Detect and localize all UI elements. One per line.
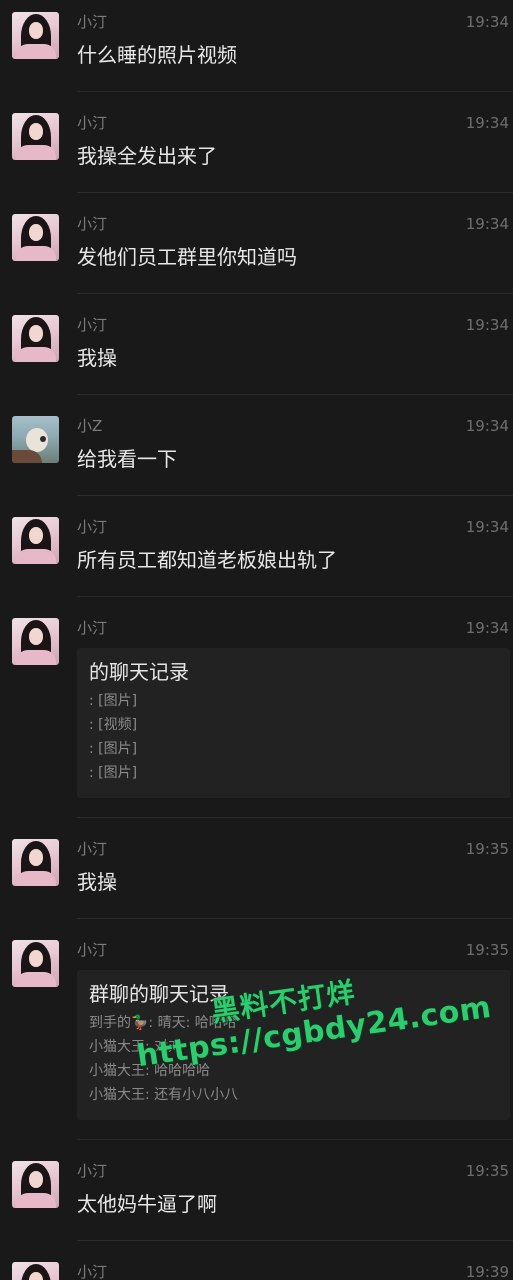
chat-message[interactable]: 小汀 19:34 的聊天记录 : [图片] : [视频] : [图片] : [图…: [0, 606, 513, 818]
message-time: 19:35: [465, 1162, 509, 1180]
divider: [77, 91, 513, 92]
card-line: : [视频]: [89, 717, 138, 733]
message-time: 19:35: [465, 941, 509, 959]
girl-avatar[interactable]: [12, 839, 59, 886]
sender-name: 小Z: [77, 417, 103, 435]
message-time: 19:34: [465, 114, 509, 132]
divider: [77, 293, 513, 294]
message-text[interactable]: 什么睡的照片视频: [77, 41, 237, 69]
girl-avatar[interactable]: [12, 517, 59, 564]
divider: [77, 918, 513, 919]
chat-message[interactable]: 小汀 19:34 我操全发出来了: [0, 101, 513, 193]
chat-message[interactable]: 小汀 19:39: [0, 1250, 513, 1280]
sender-name: 小汀: [77, 619, 108, 637]
sender-name: 小汀: [77, 114, 108, 132]
message-time: 19:34: [465, 619, 509, 637]
chat-message[interactable]: 小汀 19:34 所有员工都知道老板娘出轨了: [0, 505, 513, 597]
chat-message[interactable]: 小汀 19:34 发他们员工群里你知道吗: [0, 202, 513, 294]
message-text[interactable]: 发他们员工群里你知道吗: [77, 243, 297, 271]
sender-name: 小汀: [77, 316, 108, 334]
card-line: : [图片]: [89, 765, 138, 781]
message-time: 19:39: [465, 1263, 509, 1280]
message-text[interactable]: 我操全发出来了: [77, 142, 217, 170]
message-time: 19:34: [465, 417, 509, 435]
girl-avatar[interactable]: [12, 214, 59, 261]
sender-name: 小汀: [77, 941, 108, 959]
girl-avatar[interactable]: [12, 1262, 59, 1280]
sender-name: 小汀: [77, 840, 108, 858]
message-time: 19:34: [465, 215, 509, 233]
divider: [77, 1240, 513, 1241]
girl-avatar[interactable]: [12, 12, 59, 59]
message-time: 19:35: [465, 840, 509, 858]
divider: [77, 394, 513, 395]
chat-message[interactable]: 小Z 19:34 给我看一下: [0, 404, 513, 496]
message-text[interactable]: 给我看一下: [77, 445, 177, 473]
message-time: 19:34: [465, 316, 509, 334]
message-time: 19:34: [465, 518, 509, 536]
divider: [77, 1139, 513, 1140]
chat-history-card[interactable]: 的聊天记录 : [图片] : [视频] : [图片] : [图片]: [77, 648, 510, 798]
sender-name: 小汀: [77, 1263, 108, 1280]
divider: [77, 596, 513, 597]
girl-avatar[interactable]: [12, 940, 59, 987]
sender-name: 小汀: [77, 13, 108, 31]
card-title: 的聊天记录: [89, 660, 189, 684]
divider: [77, 192, 513, 193]
sender-name: 小汀: [77, 1162, 108, 1180]
girl-avatar[interactable]: [12, 618, 59, 665]
message-text[interactable]: 所有员工都知道老板娘出轨了: [77, 546, 337, 574]
message-time: 19:34: [465, 13, 509, 31]
girl-avatar[interactable]: [12, 1161, 59, 1208]
divider: [77, 495, 513, 496]
card-line: : [图片]: [89, 741, 138, 757]
chat-message[interactable]: 小汀 19:35 太他妈牛逼了啊: [0, 1149, 513, 1241]
message-text[interactable]: 太他妈牛逼了啊: [77, 1190, 217, 1218]
card-line: : [图片]: [89, 693, 138, 709]
sender-name: 小汀: [77, 518, 108, 536]
divider: [77, 817, 513, 818]
message-text[interactable]: 我操: [77, 344, 117, 372]
message-text[interactable]: 我操: [77, 868, 117, 896]
girl-avatar[interactable]: [12, 315, 59, 362]
seaside-avatar[interactable]: [12, 416, 59, 463]
chat-message[interactable]: 小汀 19:34 我操: [0, 303, 513, 395]
chat-message[interactable]: 小汀 19:35 我操: [0, 827, 513, 919]
sender-name: 小汀: [77, 215, 108, 233]
girl-avatar[interactable]: [12, 113, 59, 160]
chat-message[interactable]: 小汀 19:34 什么睡的照片视频: [0, 0, 513, 92]
